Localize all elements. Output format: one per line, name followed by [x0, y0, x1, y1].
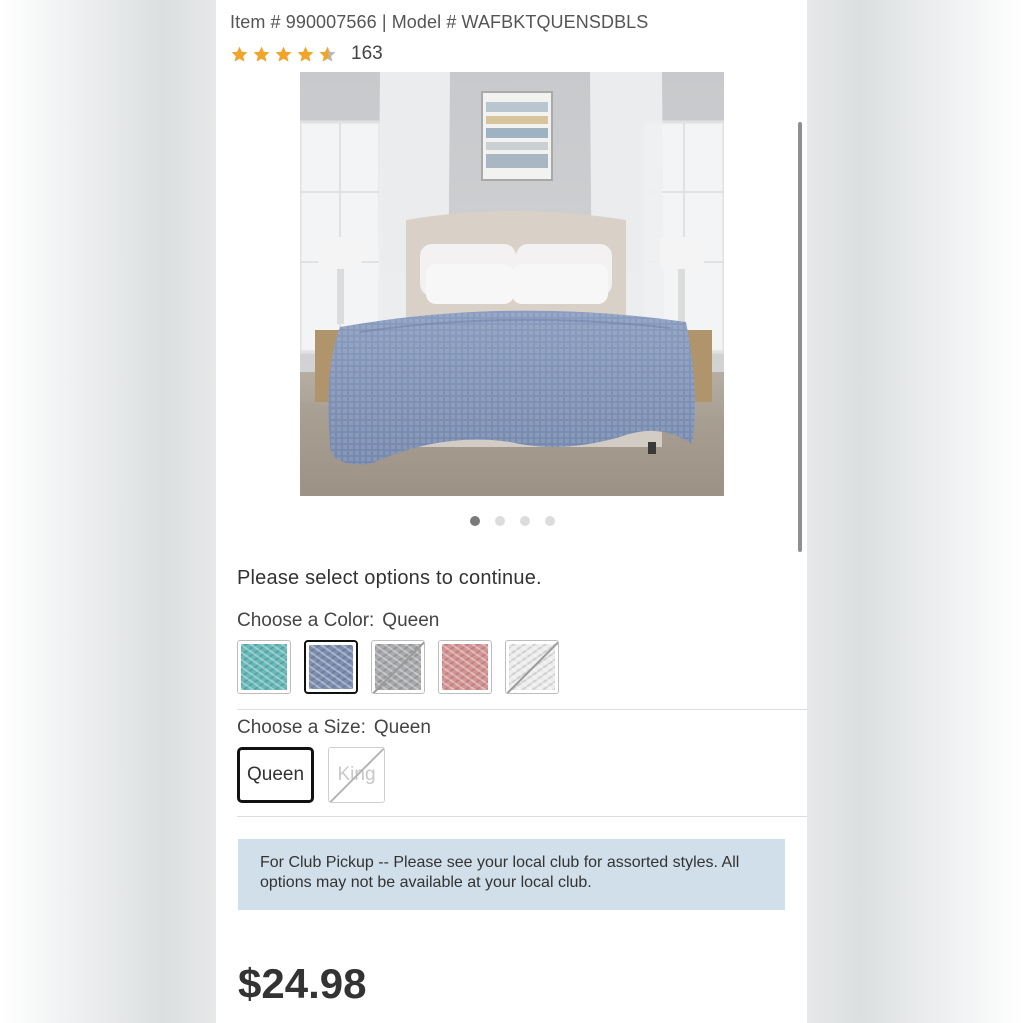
- review-count[interactable]: 163: [351, 43, 383, 65]
- size-buttons: Queen King: [237, 747, 385, 803]
- carousel-dot[interactable]: [470, 516, 480, 526]
- divider: [237, 709, 807, 710]
- size-king-button[interactable]: King: [328, 747, 385, 803]
- background-blur-left: [0, 0, 216, 1023]
- price: $24.98: [238, 960, 367, 1007]
- color-selected-value: Queen: [382, 610, 440, 631]
- size-queen-button[interactable]: Queen: [237, 747, 314, 803]
- star-icon: [231, 46, 248, 62]
- item-model-number: Item # 990007566 | Model # WAFBKTQUENSDB…: [230, 12, 649, 32]
- product-image[interactable]: [300, 72, 724, 496]
- carousel-dot[interactable]: [545, 516, 555, 526]
- swatch-pink[interactable]: [438, 640, 492, 694]
- star-rating: [230, 45, 337, 64]
- size-label-text: Choose a Size:: [237, 717, 366, 738]
- star-icon: [297, 46, 314, 62]
- swatch-white[interactable]: [505, 640, 559, 694]
- star-icon: [253, 46, 270, 62]
- club-pickup-notice: For Club Pickup -- Please see your local…: [238, 839, 785, 910]
- color-label-text: Choose a Color:: [237, 610, 375, 631]
- star-icon: [275, 46, 292, 62]
- carousel-dot[interactable]: [495, 516, 505, 526]
- background-blur-right: [807, 0, 1023, 1023]
- bedroom-photo-icon: [300, 72, 724, 496]
- scrollbar[interactable]: [798, 122, 802, 552]
- options-prompt: Please select options to continue.: [237, 567, 542, 589]
- rating[interactable]: 163: [230, 43, 383, 65]
- half-star-icon: [319, 46, 336, 62]
- color-label: Choose a Color: Queen: [237, 610, 439, 632]
- swatch-gray[interactable]: [371, 640, 425, 694]
- product-page: Item # 990007566 | Model # WAFBKTQUENSDB…: [216, 0, 807, 1023]
- carousel-dot[interactable]: [520, 516, 530, 526]
- size-label: Choose a Size: Queen: [237, 717, 431, 739]
- swatch-blue[interactable]: [304, 640, 358, 694]
- carousel-dots[interactable]: [470, 516, 555, 526]
- color-swatches: [237, 640, 559, 694]
- swatch-teal[interactable]: [237, 640, 291, 694]
- divider: [237, 816, 807, 817]
- size-selected-value: Queen: [373, 717, 431, 738]
